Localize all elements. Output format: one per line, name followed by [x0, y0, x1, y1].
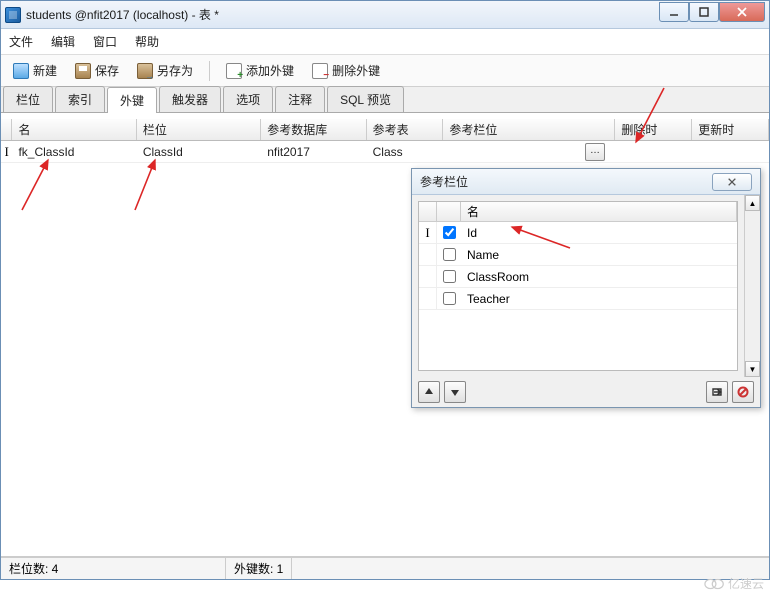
checkbox-cell[interactable] — [437, 244, 461, 265]
save-icon — [75, 63, 91, 79]
add-fk-label: 添加外键 — [246, 62, 294, 79]
move-up-button[interactable] — [418, 381, 440, 403]
status-field-count: 栏位数: 4 — [1, 558, 226, 579]
popup-body: 名 I IdNameClassRoomTeacher — [418, 201, 738, 371]
tab-fields[interactable]: 栏位 — [3, 86, 53, 112]
list-item[interactable]: I Id — [419, 222, 737, 244]
cell-ref-column[interactable]: … — [443, 141, 615, 162]
menu-help[interactable]: 帮助 — [135, 33, 159, 50]
cell-fk-name[interactable]: fk_ClassId — [12, 141, 136, 162]
ref-column-popup: 参考栏位 名 I IdNameClassRoomTeacher ▲ ▼ — [411, 168, 761, 408]
watermark: 亿速云 — [704, 575, 764, 592]
column-name: ClassRoom — [461, 266, 737, 287]
add-fk-icon — [226, 63, 242, 79]
col-header-column[interactable]: 栏位 — [137, 119, 261, 140]
cell-ref-table[interactable]: Class — [367, 141, 444, 162]
save-as-icon — [137, 63, 153, 79]
app-icon — [5, 7, 21, 23]
tab-options[interactable]: 选项 — [223, 86, 273, 112]
popup-list: I IdNameClassRoomTeacher — [419, 222, 737, 370]
cell-ref-db[interactable]: nfit2017 — [261, 141, 366, 162]
save-button[interactable]: 保存 — [69, 59, 125, 82]
delete-fk-button[interactable]: 删除外键 — [306, 59, 386, 82]
save-as-label: 另存为 — [157, 62, 193, 79]
popup-title: 参考栏位 — [420, 173, 712, 190]
separator — [209, 61, 210, 81]
cell-fk-column[interactable]: ClassId — [137, 141, 261, 162]
tabs: 栏位 索引 外键 触发器 选项 注释 SQL 预览 — [1, 87, 769, 113]
cell-on-update[interactable] — [692, 141, 769, 162]
row-cursor-icon: I — [1, 144, 12, 160]
column-name: Teacher — [461, 288, 737, 309]
grid-header: 名 栏位 参考数据库 参考表 参考栏位 删除时 更新时 — [1, 119, 769, 141]
table-row[interactable]: I fk_ClassId ClassId nfit2017 Class … — [1, 141, 769, 163]
col-header-refcol[interactable]: 参考栏位 — [443, 119, 615, 140]
list-item[interactable]: ClassRoom — [419, 266, 737, 288]
tab-sql-preview[interactable]: SQL 预览 — [327, 86, 404, 112]
window-controls — [659, 2, 765, 22]
list-item[interactable]: Teacher — [419, 288, 737, 310]
col-header-refdb[interactable]: 参考数据库 — [261, 119, 366, 140]
new-button[interactable]: 新建 — [7, 59, 63, 82]
col-header-reftable[interactable]: 参考表 — [367, 119, 444, 140]
popup-footer — [412, 377, 760, 407]
popup-header-name[interactable]: 名 — [461, 202, 737, 221]
col-header-onupdate[interactable]: 更新时 — [692, 119, 769, 140]
list-item[interactable]: Name — [419, 244, 737, 266]
popup-scrollbar[interactable]: ▲ ▼ — [744, 195, 760, 377]
statusbar: 栏位数: 4 外键数: 1 — [1, 557, 769, 579]
column-name: Id — [461, 222, 737, 243]
tab-triggers[interactable]: 触发器 — [159, 86, 221, 112]
cell-on-delete[interactable] — [615, 141, 692, 162]
scroll-up-icon[interactable]: ▲ — [745, 195, 760, 211]
window-title: students @nfit2017 (localhost) - 表 * — [26, 6, 659, 23]
tab-comments[interactable]: 注释 — [275, 86, 325, 112]
tab-indexes[interactable]: 索引 — [55, 86, 105, 112]
popup-titlebar: 参考栏位 — [412, 169, 760, 195]
menu-file[interactable]: 文件 — [9, 33, 33, 50]
delete-fk-label: 删除外键 — [332, 62, 380, 79]
popup-list-header: 名 — [419, 202, 737, 222]
delete-fk-icon — [312, 63, 328, 79]
menu-edit[interactable]: 编辑 — [51, 33, 75, 50]
titlebar: students @nfit2017 (localhost) - 表 * — [1, 1, 769, 29]
cancel-button[interactable] — [732, 381, 754, 403]
col-header-name[interactable]: 名 — [12, 119, 136, 140]
checkbox-cell[interactable] — [437, 288, 461, 309]
column-checkbox[interactable] — [443, 226, 456, 239]
minimize-button[interactable] — [659, 2, 689, 22]
row-cursor-icon — [419, 244, 437, 265]
status-fk-count: 外键数: 1 — [226, 558, 292, 579]
row-cursor-icon — [419, 288, 437, 309]
ref-column-picker-button[interactable]: … — [585, 143, 605, 161]
menubar: 文件 编辑 窗口 帮助 — [1, 29, 769, 55]
popup-close-button[interactable] — [712, 173, 752, 191]
close-button[interactable] — [719, 2, 765, 22]
save-as-button[interactable]: 另存为 — [131, 59, 199, 82]
row-cursor-icon: I — [419, 222, 437, 243]
checkbox-cell[interactable] — [437, 266, 461, 287]
scroll-down-icon[interactable]: ▼ — [745, 361, 760, 377]
col-header-ondelete[interactable]: 删除时 — [615, 119, 692, 140]
add-fk-button[interactable]: 添加外键 — [220, 59, 300, 82]
column-checkbox[interactable] — [443, 292, 456, 305]
save-label: 保存 — [95, 62, 119, 79]
new-label: 新建 — [33, 62, 57, 79]
toolbar: 新建 保存 另存为 添加外键 删除外键 — [1, 55, 769, 87]
move-down-button[interactable] — [444, 381, 466, 403]
new-icon — [13, 63, 29, 79]
confirm-button[interactable] — [706, 381, 728, 403]
column-checkbox[interactable] — [443, 248, 456, 261]
tab-foreign-keys[interactable]: 外键 — [107, 87, 157, 113]
checkbox-cell[interactable] — [437, 222, 461, 243]
column-name: Name — [461, 244, 737, 265]
watermark-text: 亿速云 — [728, 575, 764, 592]
maximize-button[interactable] — [689, 2, 719, 22]
menu-window[interactable]: 窗口 — [93, 33, 117, 50]
column-checkbox[interactable] — [443, 270, 456, 283]
row-cursor-icon — [419, 266, 437, 287]
